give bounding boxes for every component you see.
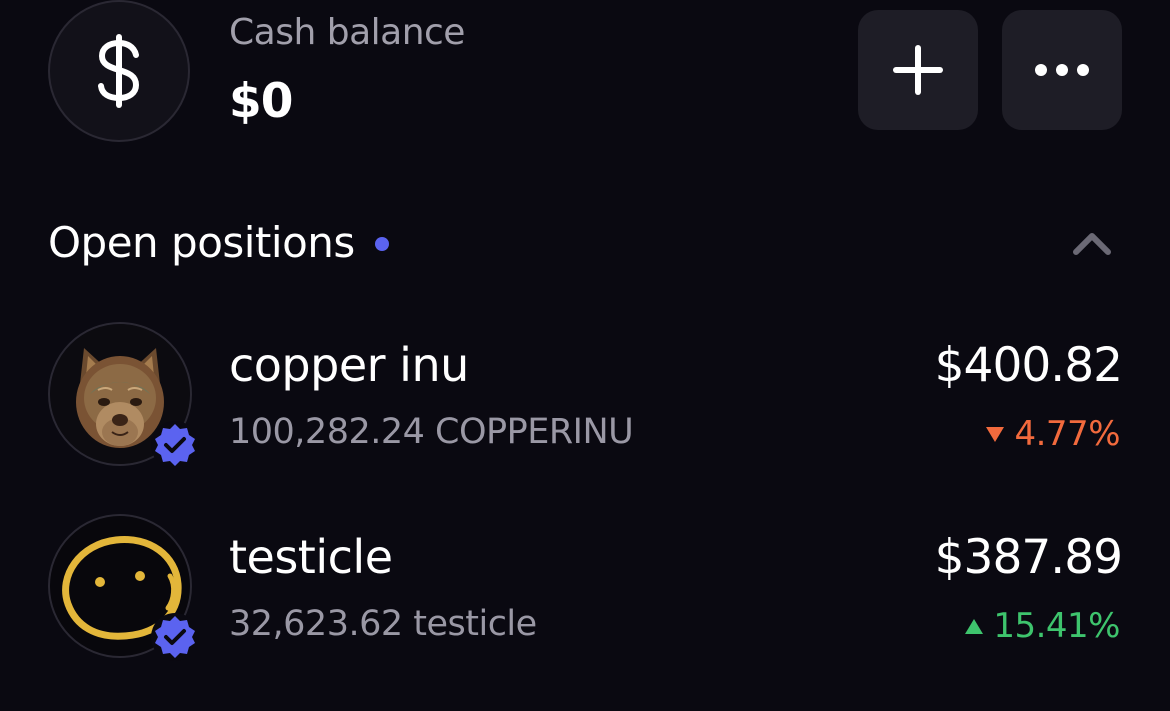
more-horizontal-icon [1035, 64, 1089, 76]
triangle-down-icon [986, 426, 1005, 442]
dollar-icon [98, 34, 140, 108]
token-value: $387.89 [934, 530, 1123, 585]
open-positions-title: Open positions [48, 218, 355, 267]
price-change: 4.77% [986, 414, 1120, 454]
verified-badge-icon [151, 613, 199, 661]
token-amount: 32,623.62 testicle [229, 604, 537, 644]
open-positions-header: Open positions [48, 218, 389, 267]
token-name: testicle [229, 530, 393, 584]
cash-balance-value: $0 [229, 74, 293, 129]
triangle-up-icon [965, 618, 984, 634]
more-options-button[interactable] [1002, 10, 1122, 130]
add-cash-button[interactable] [858, 10, 978, 130]
plus-icon [893, 45, 943, 95]
verified-badge-icon [151, 421, 199, 469]
cash-avatar [48, 0, 190, 142]
chevron-up-icon[interactable] [1070, 226, 1114, 260]
price-change-value: 4.77% [1014, 414, 1120, 454]
token-name: copper inu [229, 338, 469, 392]
new-activity-indicator [374, 236, 389, 251]
position-row[interactable]: copper inu 100,282.24 COPPERINU $400.82 … [0, 322, 1170, 482]
price-change: 15.41% [965, 606, 1120, 646]
wallet-screen: Cash balance $0 Open positions copper in… [0, 0, 1170, 711]
token-value: $400.82 [934, 338, 1123, 393]
price-change-value: 15.41% [993, 606, 1120, 646]
cash-balance-label: Cash balance [229, 12, 465, 53]
token-amount: 100,282.24 COPPERINU [229, 412, 634, 452]
position-row[interactable]: testicle 32,623.62 testicle $387.89 15.4… [0, 514, 1170, 674]
